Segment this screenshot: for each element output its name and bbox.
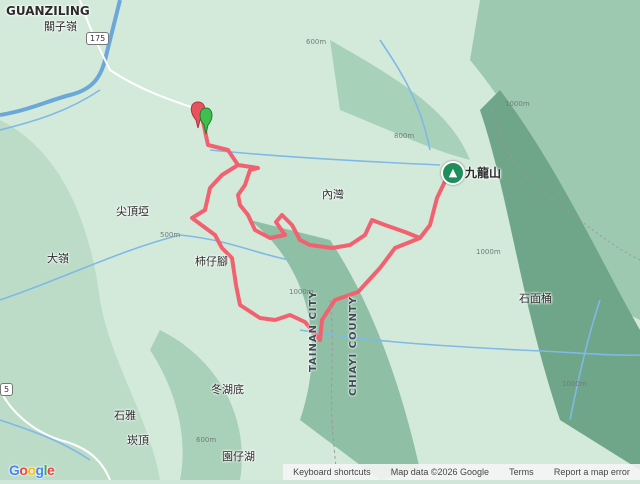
elev-label-2: 1000m: [505, 100, 530, 108]
elev-label-6: 1000m: [476, 248, 501, 256]
place-guanziling-zh: 關子嶺: [44, 20, 77, 33]
road-shield-left: 5: [0, 383, 14, 396]
peak-marker-icon[interactable]: ▲: [441, 161, 465, 185]
place-guanziling-en: GUANZILING: [6, 4, 90, 18]
place-jiu-long-shan: 九龍山: [465, 166, 502, 180]
report-map-error-link[interactable]: Report a map error: [550, 467, 634, 477]
elev-label-7: 600m: [196, 436, 217, 444]
place-da-ling: 大嶺: [47, 252, 69, 265]
county-label-chiayi: CHIAYI COUNTY: [348, 295, 359, 396]
keyboard-shortcuts-link[interactable]: Keyboard shortcuts: [289, 467, 375, 477]
place-shi-ya: 石雅: [114, 409, 136, 422]
place-dong-hu-di: 冬湖底: [211, 383, 244, 396]
place-shi-mian-tong: 石面桶: [519, 292, 552, 305]
map-canvas[interactable]: GUANZILING 關子嶺 175 5 尖頂埡 大嶺 柿仔腳 內灣 ▲ 九龍山…: [0, 0, 640, 481]
logo-letter: G: [9, 462, 20, 478]
elev-label-1: 600m: [306, 38, 327, 46]
google-logo[interactable]: Google: [9, 462, 55, 478]
logo-letter: o: [27, 462, 36, 478]
terms-link[interactable]: Terms: [505, 467, 538, 477]
terrain-layer: [0, 0, 640, 481]
place-jianding-jian: 尖頂埡: [116, 205, 149, 218]
place-nei-wan: 內灣: [322, 188, 344, 201]
place-shi-zi-jiao: 柿仔腳: [195, 255, 228, 268]
place-bottom-label: 園仔湖: [222, 450, 255, 463]
elev-label-8: 1000m: [562, 380, 587, 388]
elev-label-4: 500m: [160, 231, 181, 239]
logo-letter: e: [46, 462, 55, 478]
place-jiao-ding: 崁頂: [127, 434, 149, 447]
elev-label-5: 1000m: [289, 288, 314, 296]
map-data-attribution: Map data ©2026 Google: [390, 467, 489, 477]
logo-letter: g: [35, 462, 45, 478]
road-175-shield: 175: [86, 32, 110, 45]
map-footer: Keyboard shortcuts Map data ©2026 Google…: [283, 464, 640, 480]
county-label-tainan: TAINAN CITY: [308, 290, 319, 372]
elev-label-3: 800m: [394, 132, 415, 140]
